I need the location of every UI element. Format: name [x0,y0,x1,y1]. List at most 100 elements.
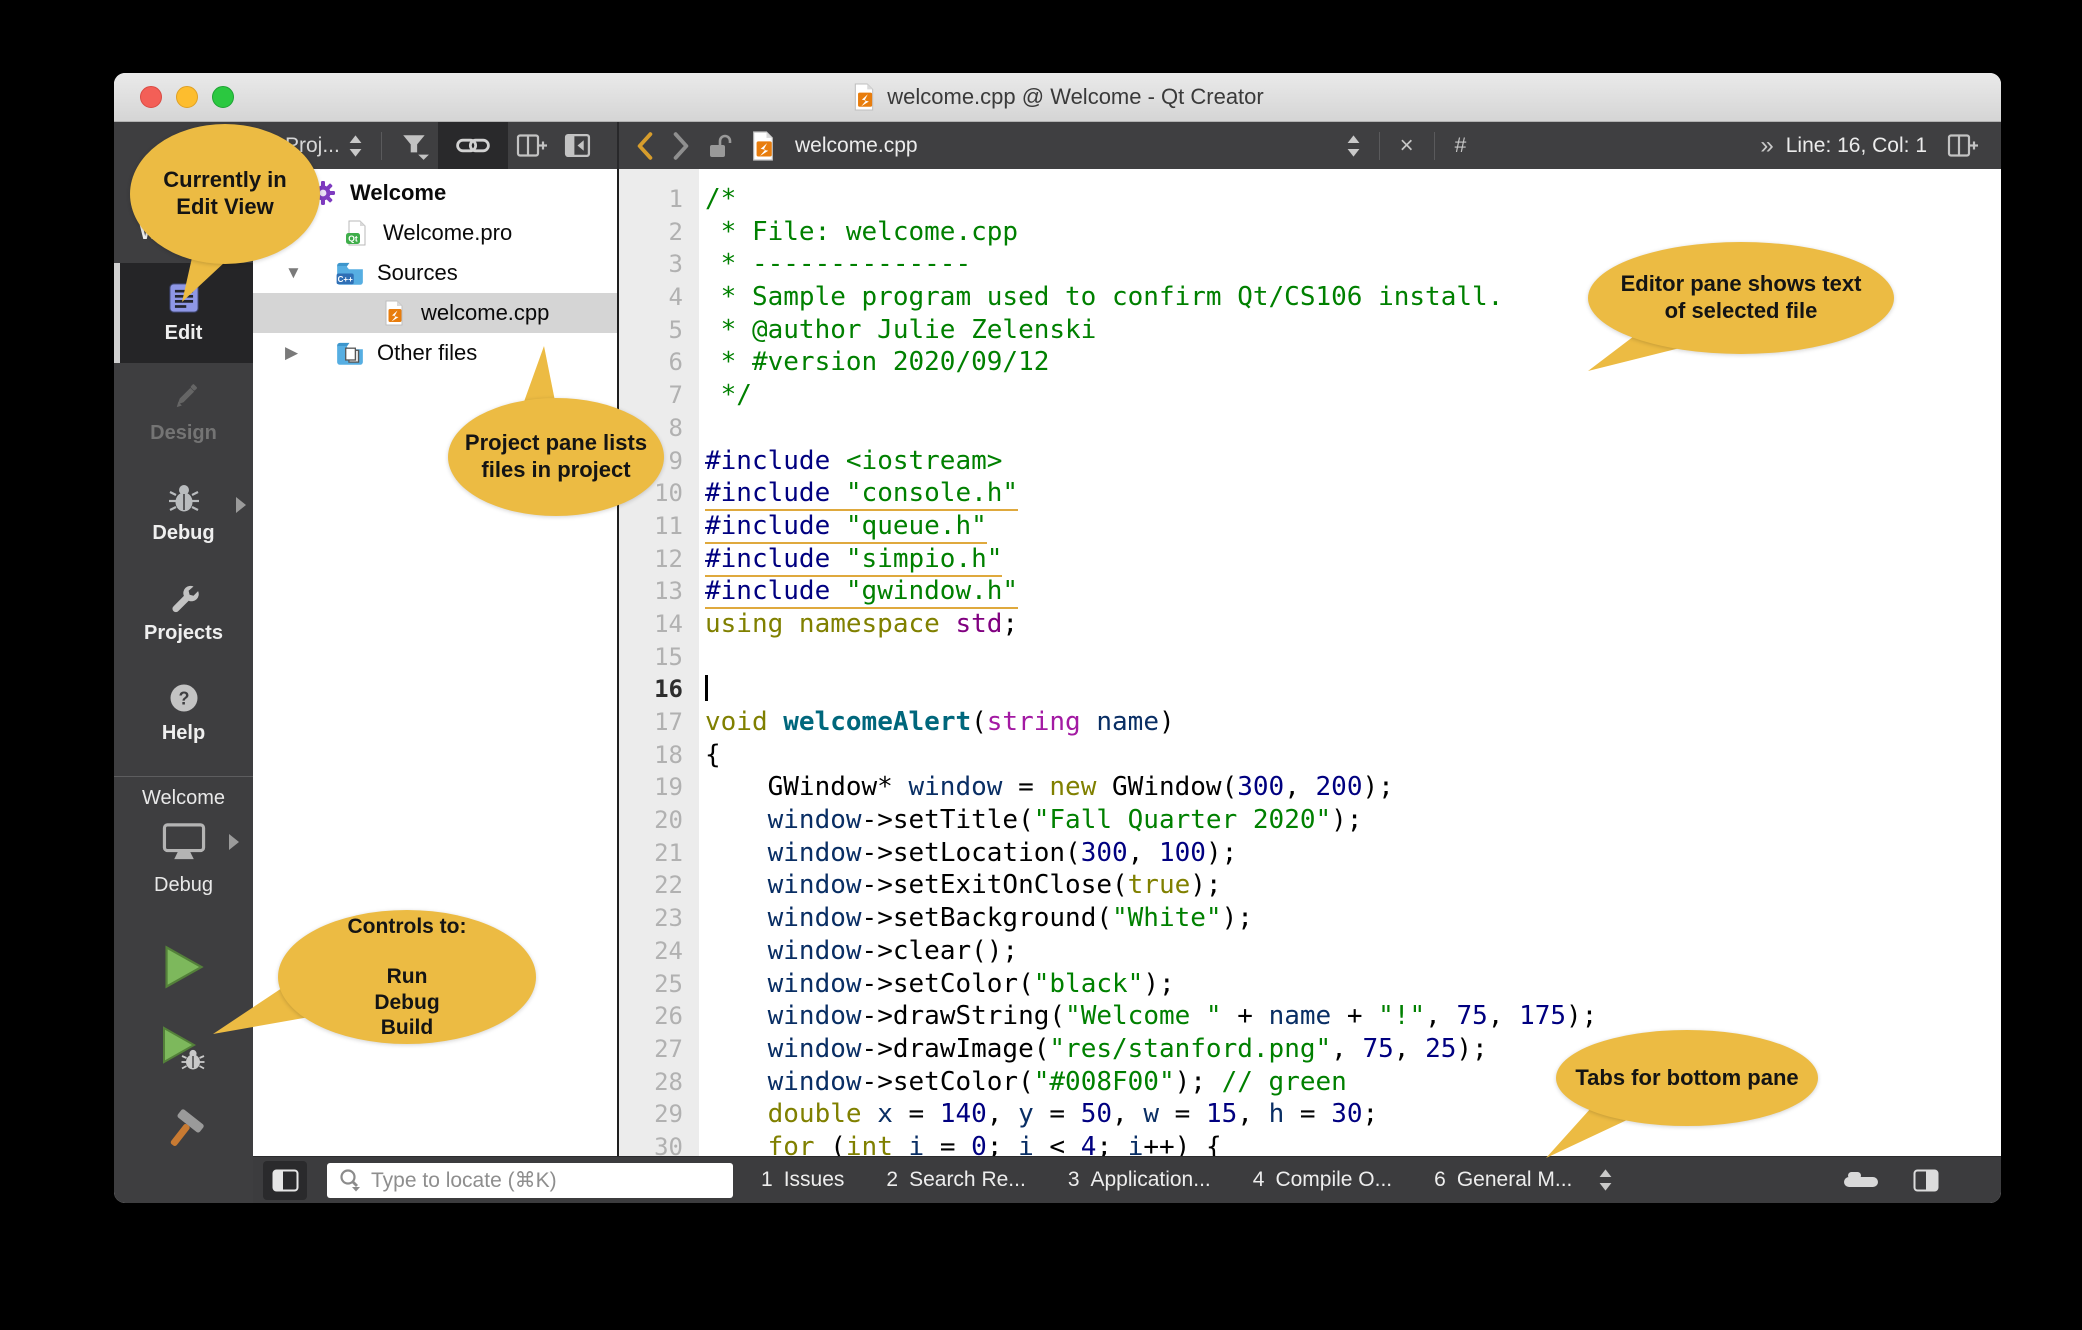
line-number: 3 [619,248,699,281]
code-line-6[interactable]: 6 * #version 2020/09/12 [619,346,2001,379]
code-line-9[interactable]: 9#include <iostream> [619,445,2001,478]
debug-mode-icon [167,481,201,515]
toggle-right-panel-icon[interactable] [1913,1169,1939,1192]
back-icon[interactable] [627,122,663,169]
line-number: 4 [619,281,699,314]
code-line-21[interactable]: 21 window->setLocation(300, 100); [619,837,2001,870]
line-col-indicator: Line: 16, Col: 1 [1786,134,1927,158]
sidebar-item-projects[interactable]: Projects [114,563,253,663]
code-text: window->drawString("Welcome " + name + "… [699,1000,1597,1033]
code-line-13[interactable]: 13#include "gwindow.h" [619,575,2001,608]
code-line-24[interactable]: 24 window->clear(); [619,935,2001,968]
code-text: * #version 2020/09/12 [699,346,1049,379]
close-pane-icon[interactable] [556,122,599,169]
kit-selector[interactable]: Welcome Debug [114,787,253,897]
code-text: #include "simpio.h" [699,543,1002,576]
sidebar-item-edit[interactable]: Edit [114,263,253,363]
code-line-7[interactable]: 7 */ [619,379,2001,412]
code-line-8[interactable]: 8 [619,412,2001,445]
filter-icon[interactable] [392,122,438,169]
code-text [699,641,705,674]
close-window-button[interactable] [140,86,162,108]
callout-project-pane: Project pane lists files in project [448,398,664,516]
output-tab-label: Issues [784,1168,845,1192]
code-text: window->clear(); [699,935,1018,968]
open-document-combo[interactable]: welcome.cpp [795,134,918,158]
split-pane-icon[interactable] [508,122,556,169]
zoom-window-button[interactable] [212,86,234,108]
generic-folder-icon [335,340,365,366]
output-tab-issues[interactable]: 1Issues [761,1168,844,1192]
link-icon [448,122,498,169]
code-text: window->setColor("black"); [699,968,1175,1001]
code-text: */ [699,379,752,412]
code-line-15[interactable]: 15 [619,641,2001,674]
code-line-11[interactable]: 11#include "queue.h" [619,510,2001,543]
output-tab-search-re-[interactable]: 2Search Re... [886,1168,1025,1192]
code-line-12[interactable]: 12#include "simpio.h" [619,543,2001,576]
sync-with-editor-button[interactable] [438,122,508,169]
line-number: 17 [619,706,699,739]
window-titlebar[interactable]: welcome.cpp @ Welcome - Qt Creator [114,73,2001,122]
code-text: #include "gwindow.h" [699,575,1018,608]
code-line-19[interactable]: 19 GWindow* window = new GWindow(300, 20… [619,771,2001,804]
code-line-2[interactable]: 2 * File: welcome.cpp [619,216,2001,249]
locator-placeholder: Type to locate (⌘K) [371,1168,557,1193]
line-number: 29 [619,1098,699,1131]
build-button[interactable] [161,1107,207,1155]
code-line-23[interactable]: 23 window->setBackground("White"); [619,902,2001,935]
code-line-18[interactable]: 18{ [619,739,2001,772]
mode-sidebar: Welcome Edit Design Debug [114,122,253,1203]
code-text: /* [699,183,736,216]
forward-icon[interactable] [663,122,699,169]
minimize-window-button[interactable] [176,86,198,108]
locator-input[interactable]: Type to locate (⌘K) [327,1163,733,1198]
code-line-25[interactable]: 25 window->setColor("black"); [619,968,2001,1001]
document-spinner-icon[interactable] [1338,122,1369,169]
sidebar-item-debug[interactable]: Debug [114,463,253,563]
output-tab-general-m-[interactable]: 6General M... [1434,1168,1572,1192]
output-tab-compile-o-[interactable]: 4Compile O... [1253,1168,1392,1192]
run-button[interactable] [161,943,207,991]
toggle-sidebar-button[interactable] [263,1161,307,1200]
output-tabs-spinner-icon[interactable] [1598,1167,1613,1193]
sidebar-item-design[interactable]: Design [114,363,253,463]
code-line-14[interactable]: 14using namespace std; [619,608,2001,641]
output-tab-application-[interactable]: 3Application... [1068,1168,1211,1192]
code-line-10[interactable]: 10#include "console.h" [619,477,2001,510]
expand-arrow-icon[interactable]: ▶ [279,343,335,363]
debug-run-button[interactable] [161,1025,207,1073]
code-text: using namespace std; [699,608,1018,641]
toolbar-overflow-icon[interactable]: » [1760,132,1773,160]
code-text: #include "console.h" [699,477,1018,510]
code-line-17[interactable]: 17void welcomeAlert(string name) [619,706,2001,739]
close-document-icon[interactable]: × [1390,132,1424,160]
code-line-16[interactable]: 16 [619,673,2001,706]
tree-item-sources[interactable]: ▼C++Sources [253,253,617,293]
line-number: 6 [619,346,699,379]
lock-icon [699,122,741,169]
collapse-arrow-icon[interactable]: ▼ [279,263,335,283]
sidebar-toggle-icon [272,1169,299,1192]
code-line-20[interactable]: 20 window->setTitle("Fall Quarter 2020")… [619,804,2001,837]
cpp-file-icon [379,300,409,326]
code-text: window->setBackground("White"); [699,902,1253,935]
code-line-30[interactable]: 30 for (int i = 0; i < 4; i++) { [619,1131,2001,1156]
line-number: 12 [619,543,699,576]
line-number: 22 [619,869,699,902]
svg-text:C++: C++ [338,275,353,284]
split-editor-icon[interactable] [1939,132,1987,159]
cpp-folder-icon: C++ [335,260,365,286]
code-line-26[interactable]: 26 window->drawString("Welcome " + name … [619,1000,2001,1033]
code-line-22[interactable]: 22 window->setExitOnClose(true); [619,869,2001,902]
symbol-hash-button[interactable]: # [1445,134,1477,158]
code-text: * -------------- [699,248,971,281]
tree-item-other-files[interactable]: ▶Other files [253,333,617,373]
code-text: for (int i = 0; i < 4; i++) { [699,1131,1222,1156]
code-line-1[interactable]: 1/* [619,183,2001,216]
code-text: void welcomeAlert(string name) [699,706,1175,739]
sidebar-item-label: Design [150,422,217,445]
combo-spinner-icon[interactable] [340,122,371,169]
tree-item-welcome-cpp[interactable]: welcome.cpp [253,293,617,333]
sidebar-item-help[interactable]: ? Help [114,663,253,763]
